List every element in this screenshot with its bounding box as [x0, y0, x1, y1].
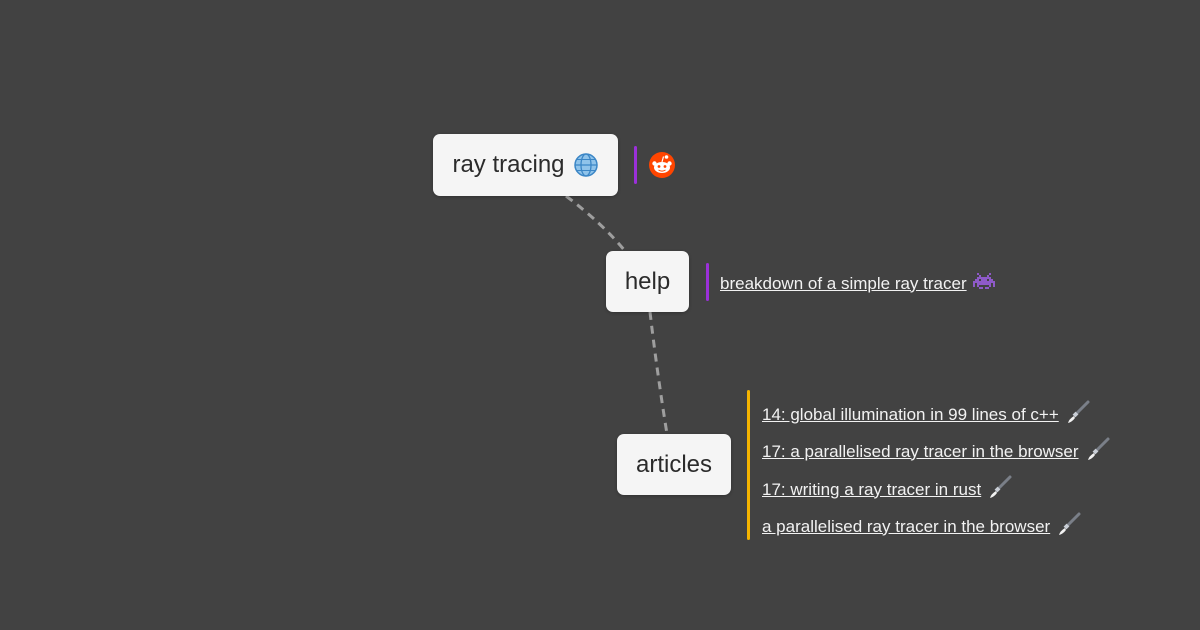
article-link-1-label: 17: a parallelised ray tracer in the bro…: [762, 441, 1079, 461]
article-link-2-label: 17: writing a ray tracer in rust: [762, 479, 982, 499]
article-link-0[interactable]: 14: global illumination in 99 lines of c…: [762, 399, 1091, 430]
paintbrush-icon: [987, 474, 1013, 505]
paintbrush-icon: [1085, 436, 1111, 467]
connector-help-articles: [648, 311, 669, 435]
help-branch-bar: [706, 263, 709, 301]
help-link-0-label: breakdown of a simple ray tracer: [720, 273, 967, 293]
connector-root-help: [565, 194, 627, 252]
node-articles[interactable]: articles: [617, 434, 731, 495]
node-help[interactable]: help: [606, 251, 689, 312]
article-link-1[interactable]: 17: a parallelised ray tracer in the bro…: [762, 436, 1111, 467]
articles-branch-bar: [747, 390, 750, 540]
help-link-0[interactable]: breakdown of a simple ray tracer: [720, 272, 995, 295]
reddit-icon[interactable]: [648, 151, 676, 184]
node-articles-label: articles: [635, 450, 713, 478]
space-invader-icon: [972, 272, 995, 295]
article-link-2[interactable]: 17: writing a ray tracer in rust: [762, 474, 1013, 505]
article-link-0-label: 14: global illumination in 99 lines of c…: [762, 404, 1059, 424]
article-link-3[interactable]: a parallelised ray tracer in the browser: [762, 511, 1082, 542]
node-ray-tracing-label: ray tracing: [452, 151, 565, 178]
root-branch-bar: [634, 146, 637, 184]
node-help-label: help: [624, 267, 671, 295]
node-ray-tracing[interactable]: ray tracing: [433, 134, 618, 196]
globe-icon: [573, 152, 599, 178]
article-link-3-label: a parallelised ray tracer in the browser: [762, 516, 1051, 536]
paintbrush-icon: [1065, 399, 1091, 430]
paintbrush-icon: [1056, 511, 1082, 542]
